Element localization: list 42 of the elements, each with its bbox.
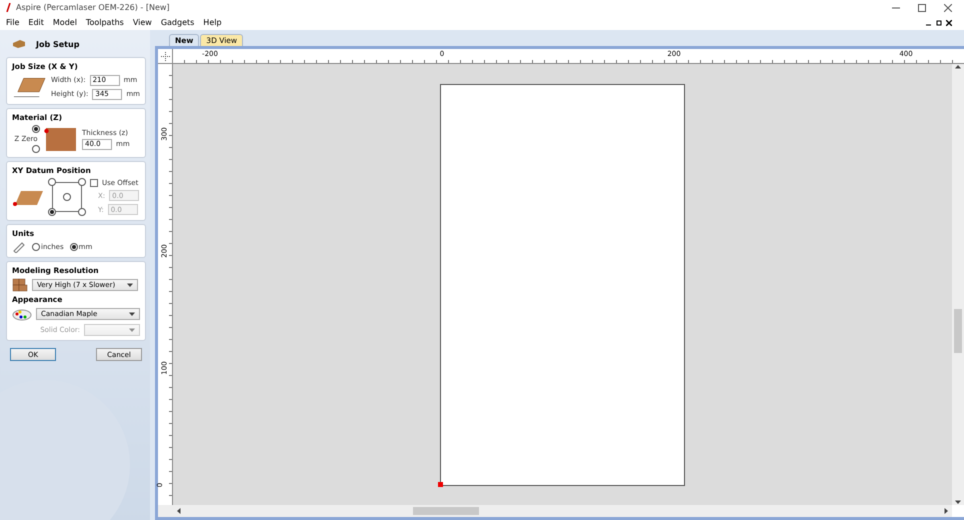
grid-tiles-icon bbox=[12, 278, 28, 292]
maximize-icon bbox=[918, 4, 926, 12]
origin-marker bbox=[438, 482, 443, 487]
horizontal-scrollbar[interactable] bbox=[158, 505, 952, 517]
datum-radio[interactable] bbox=[48, 208, 56, 216]
datum-radio[interactable] bbox=[78, 178, 86, 186]
down-arrow-icon[interactable] bbox=[955, 499, 961, 505]
caret-icon[interactable] bbox=[127, 282, 133, 288]
menu-item[interactable]: Gadgets bbox=[160, 18, 194, 27]
use-offset-checkbox[interactable] bbox=[90, 179, 98, 187]
unit-radio[interactable] bbox=[70, 243, 78, 251]
left-arrow-icon[interactable] bbox=[176, 508, 182, 514]
paint-palette-icon bbox=[12, 307, 32, 321]
crosshair-icon bbox=[160, 52, 170, 60]
datum-radio[interactable] bbox=[78, 208, 86, 216]
datum-radio[interactable] bbox=[48, 178, 56, 186]
ruler-icon bbox=[12, 241, 26, 253]
panel-title: Job Setup bbox=[36, 40, 80, 48]
material-block-icon bbox=[44, 126, 78, 152]
scrollbar-thumb[interactable] bbox=[954, 309, 962, 353]
z-zero-bottom-radio[interactable] bbox=[32, 145, 40, 153]
unit-radio[interactable] bbox=[32, 243, 40, 251]
menu-item[interactable]: Toolpaths bbox=[86, 18, 124, 27]
scrollbar-thumb[interactable] bbox=[413, 507, 479, 515]
right-arrow-icon[interactable] bbox=[943, 508, 949, 514]
menu-item[interactable]: View bbox=[132, 18, 152, 27]
app-logo-icon bbox=[6, 3, 11, 12]
menu-item[interactable]: File bbox=[6, 18, 20, 27]
z-zero-top-radio[interactable] bbox=[32, 125, 40, 133]
menu-item[interactable]: Help bbox=[203, 18, 222, 27]
up-arrow-icon[interactable] bbox=[955, 64, 961, 70]
restore-icon bbox=[936, 20, 942, 26]
menu-item[interactable]: Model bbox=[52, 18, 77, 27]
solid-color-dropdown[interactable] bbox=[84, 324, 140, 336]
close-icon bbox=[944, 4, 952, 12]
datum-radio[interactable] bbox=[63, 193, 71, 201]
menu-item[interactable]: Edit bbox=[28, 18, 44, 27]
caret-icon[interactable] bbox=[129, 311, 135, 317]
wood-block-icon bbox=[12, 39, 26, 49]
window-title: Aspire (Percamlaser OEM-226) - [New] bbox=[16, 3, 170, 12]
close-icon bbox=[946, 20, 952, 26]
vertical-scrollbar[interactable] bbox=[952, 64, 964, 505]
